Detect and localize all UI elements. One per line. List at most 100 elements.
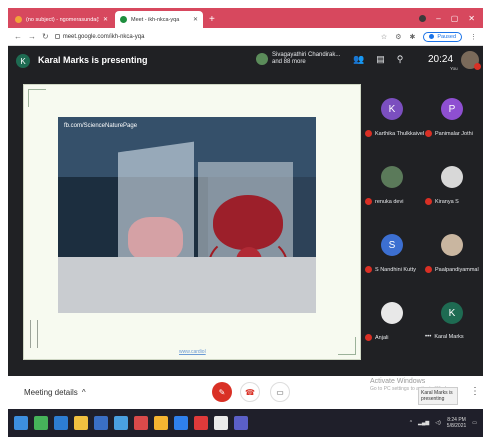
new-tab-button[interactable]: +	[209, 14, 215, 25]
url-text: meet.google.com/ikh-nkca-yqa	[62, 33, 145, 40]
url-field[interactable]: meet.google.com/ikh-nkca-yqa	[54, 33, 375, 40]
extension-icon[interactable]: ⚙	[395, 33, 401, 41]
system-tray: ^ ▂▄▆ ◁) 8:24 PM 5/8/2021 ▭	[410, 417, 483, 429]
participants-summary[interactable]: Sivagayathiri Chandirak... and 88 more	[256, 52, 340, 66]
taskbar-app-icon[interactable]	[134, 416, 148, 430]
tab-title: (no subject) - ngomerasunda(S3)	[26, 16, 99, 23]
opera-icon[interactable]	[194, 416, 208, 430]
mail-icon[interactable]	[174, 416, 188, 430]
presenting-title: Karal Marks is presenting	[38, 55, 148, 65]
participant-name: Paalpandiyammal	[435, 266, 479, 273]
browser-tab-gmail[interactable]: (no subject) - ngomerasunda(S3) ✕	[10, 11, 113, 28]
avatar	[381, 302, 403, 324]
camera-toggle-button[interactable]: ▭	[270, 382, 290, 402]
avatar	[381, 166, 403, 188]
participant-name: renuka devi	[375, 198, 404, 205]
hang-up-button[interactable]: ☎	[240, 382, 260, 402]
avatar	[441, 166, 463, 188]
tissue-image	[128, 217, 183, 262]
close-window-icon[interactable]: ✕	[468, 14, 475, 23]
chevron-up-icon: ^	[81, 388, 86, 397]
volume-icon[interactable]: ◁)	[435, 420, 441, 426]
slide-footer-link[interactable]: www.cardiol	[179, 349, 206, 355]
mic-muted-icon	[365, 334, 372, 341]
self-label: You	[450, 66, 458, 71]
windows-taskbar: ^ ▂▄▆ ◁) 8:24 PM 5/8/2021 ▭	[8, 409, 483, 437]
participant-tile[interactable]: K Karthika Thulkkaivel	[363, 94, 425, 162]
machine-image	[58, 257, 316, 313]
self-muted-badge-icon	[474, 63, 481, 70]
phone-icon: ☎	[245, 387, 255, 397]
people-icon[interactable]: 👥	[353, 54, 364, 65]
gmail-favicon-icon	[15, 16, 22, 23]
participant-tile[interactable]: S S Nandhini Kutty	[363, 230, 423, 298]
star-icon[interactable]: ☆	[381, 33, 387, 41]
windows-start-icon[interactable]	[14, 416, 28, 430]
chrome-icon[interactable]	[154, 416, 168, 430]
participant-tile[interactable]: Anjali	[363, 298, 423, 366]
network-icon[interactable]: ▂▄▆	[418, 420, 429, 426]
menu-dots-icon[interactable]: ⋮	[470, 33, 477, 41]
minimize-icon[interactable]: –	[436, 14, 440, 23]
speaking-dots-icon: •••	[425, 334, 432, 340]
more-options-icon[interactable]: ⋮	[470, 386, 480, 397]
decorative-corner	[28, 89, 46, 107]
browser-tab-meet[interactable]: Meet - ikh-nkca-yqa ✕	[115, 11, 203, 28]
shared-screen: fb.com/ScienceNaturePage www.cardiol	[23, 84, 361, 360]
participant-name: S Nandhini Kutty	[375, 266, 416, 273]
puzzle-icon[interactable]: ✱	[409, 33, 415, 41]
file-explorer-icon[interactable]	[74, 416, 88, 430]
taskbar-app-icon[interactable]	[94, 416, 108, 430]
taskbar-app-icon[interactable]	[34, 416, 48, 430]
participants-summary-count: and 88 more	[272, 59, 306, 65]
mic-muted-icon	[365, 198, 372, 205]
avatar: K	[381, 98, 403, 120]
tab-close-icon[interactable]: ✕	[193, 16, 198, 23]
participant-tile[interactable]: renuka devi	[363, 162, 423, 230]
chat-icon[interactable]: ▤	[376, 54, 385, 65]
presenting-tooltip: Karal Marks is presenting	[418, 387, 458, 405]
meet-header: K Karal Marks is presenting Sivagayathir…	[8, 46, 483, 76]
participant-grid: K Karthika Thulkkaivel P Panimalar Jothi…	[363, 94, 481, 370]
mic-muted-icon	[425, 130, 432, 137]
participant-tile[interactable]: Kiranya S	[423, 162, 483, 230]
taskbar-clock[interactable]: 8:24 PM 5/8/2021	[447, 417, 466, 429]
browser-tab-strip: (no subject) - ngomerasunda(S3) ✕ Meet -…	[8, 8, 483, 28]
presenter-avatar: K	[16, 54, 30, 68]
taskbar-app-icon[interactable]	[114, 416, 128, 430]
mic-muted-icon	[425, 266, 432, 273]
mic-muted-icon	[365, 130, 372, 137]
activate-windows-title: Activate Windows	[370, 378, 426, 385]
participant-tile[interactable]: Paalpandiyammal	[423, 230, 483, 298]
participant-tile[interactable]: K ••• Karal Marks	[423, 298, 483, 366]
meeting-details-button[interactable]: Meeting details ^	[24, 388, 86, 397]
tray-chevron-icon[interactable]: ^	[410, 420, 412, 426]
participant-name: Anjali	[375, 334, 389, 341]
back-icon[interactable]: ←	[14, 32, 22, 41]
mic-muted-icon	[425, 198, 432, 205]
address-bar: ← → ↻ meet.google.com/ikh-nkca-yqa ☆ ⚙ ✱…	[8, 28, 483, 46]
paused-sync-button[interactable]: Paused	[423, 31, 462, 42]
profile-icon[interactable]	[419, 14, 427, 22]
maximize-icon[interactable]: ▢	[451, 14, 459, 23]
notification-icon[interactable]: ▭	[472, 420, 477, 426]
activities-icon[interactable]: ⚲	[397, 54, 404, 65]
tab-close-icon[interactable]: ✕	[103, 16, 108, 23]
forward-icon[interactable]: →	[28, 32, 36, 41]
meeting-controls-bar: Meeting details ^ ✎ ☎ ▭ Activate Windows…	[8, 376, 483, 409]
meet-area: K Karal Marks is presenting Sivagayathir…	[8, 46, 483, 376]
participant-name: Karthika Thulkkaivel	[375, 130, 425, 137]
avatar: P	[441, 98, 463, 120]
sync-avatar-icon	[429, 34, 435, 39]
edge-icon[interactable]	[54, 416, 68, 430]
address-bar-icons: ☆ ⚙ ✱ Paused ⋮	[381, 31, 477, 42]
document-icon[interactable]	[214, 416, 228, 430]
teams-icon[interactable]	[234, 416, 248, 430]
participant-tile[interactable]: P Panimalar Jothi	[423, 94, 483, 162]
header-icons: 👥 ▤ ⚲	[353, 54, 403, 65]
reload-icon[interactable]: ↻	[42, 32, 49, 41]
participants-summary-name: Sivagayathiri Chandirak...	[272, 52, 341, 58]
mic-muted-icon	[365, 266, 372, 273]
mic-toggle-button[interactable]: ✎	[212, 382, 232, 402]
participant-name: Karal Marks	[434, 334, 464, 340]
